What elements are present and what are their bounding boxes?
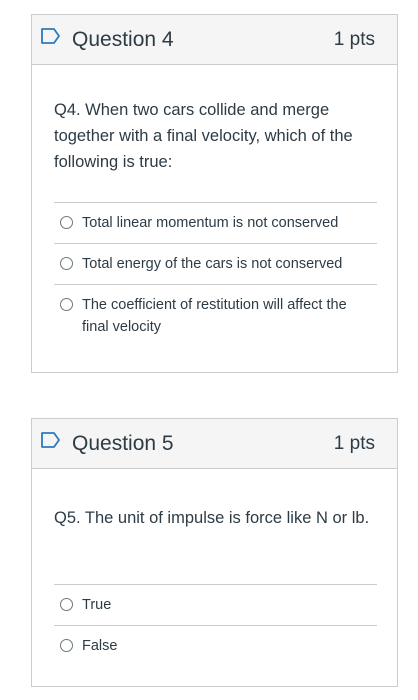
question-card-5: Question 5 1 pts Q5. The unit of impulse… [31, 418, 398, 687]
flag-outline-icon[interactable] [40, 27, 62, 45]
question-text: Q5. The unit of impulse is force like N … [54, 509, 370, 527]
radio-unchecked-icon[interactable] [60, 598, 73, 611]
question-text: Q4. When two cars collide and merge toge… [54, 101, 353, 171]
question-points: 1 pts [333, 29, 375, 50]
question-card-4: Question 4 1 pts Q4. When two cars colli… [31, 14, 398, 373]
radio-unchecked-icon[interactable] [60, 298, 73, 311]
radio-unchecked-icon[interactable] [60, 639, 73, 652]
answer-label: True [82, 597, 112, 613]
answer-label: Total energy of the cars is not conserve… [82, 256, 343, 272]
radio-unchecked-icon[interactable] [60, 216, 73, 229]
question-points: 1 pts [333, 433, 375, 454]
answer-list: True False [54, 584, 377, 666]
flag-outline-icon[interactable] [40, 431, 62, 449]
answer-label: The coefficient of restitution will affe… [82, 297, 347, 335]
radio-unchecked-icon[interactable] [60, 257, 73, 270]
answer-option[interactable]: False [54, 626, 377, 666]
answer-label: Total linear momentum is not conserved [82, 215, 339, 231]
answer-option[interactable]: Total energy of the cars is not conserve… [54, 244, 377, 285]
answer-option[interactable]: Total linear momentum is not conserved [54, 203, 377, 244]
answer-label: False [82, 638, 118, 654]
question-header: Question 4 1 pts [32, 15, 397, 65]
answer-option[interactable]: True [54, 585, 377, 626]
question-header: Question 5 1 pts [32, 419, 397, 469]
question-title: Question 4 [72, 28, 174, 51]
question-title: Question 5 [72, 432, 174, 455]
answer-list: Total linear momentum is not conserved T… [54, 202, 377, 347]
answer-option[interactable]: The coefficient of restitution will affe… [54, 285, 377, 347]
